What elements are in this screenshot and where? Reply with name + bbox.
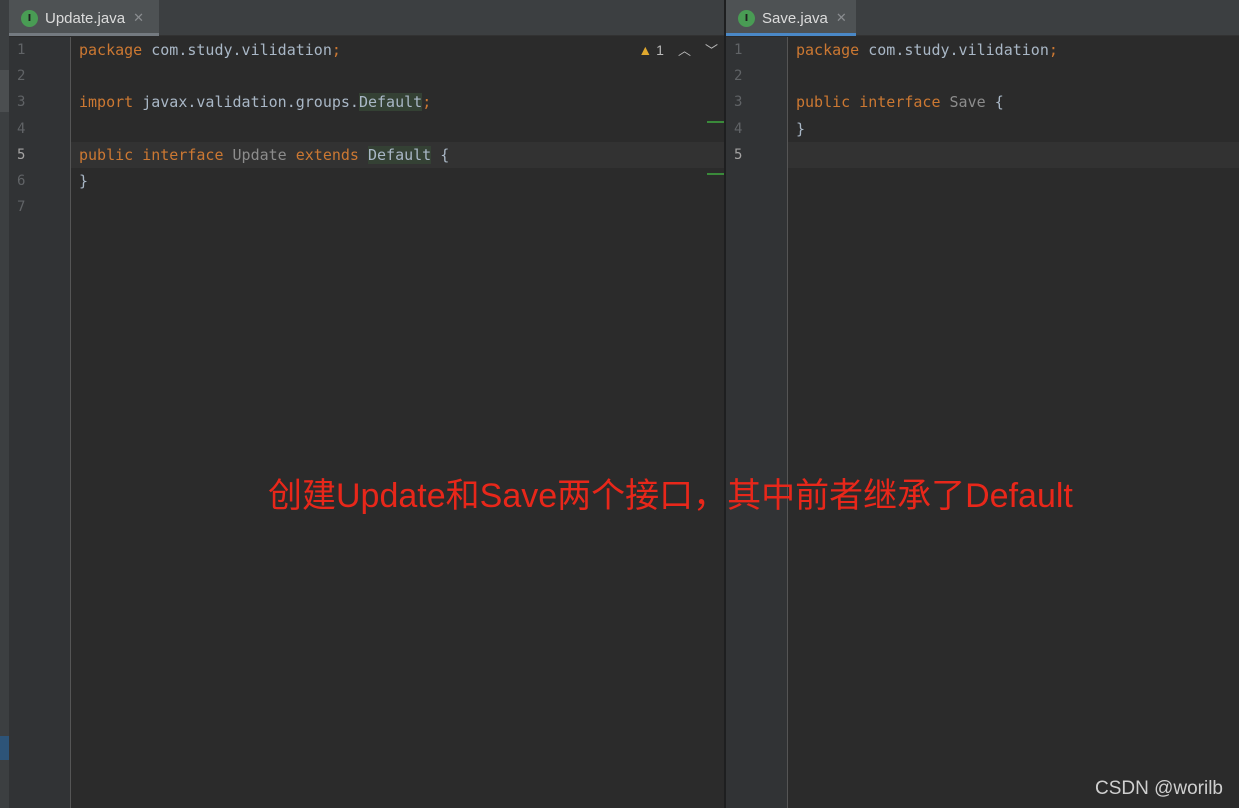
- line-number: 5: [17, 146, 26, 163]
- keyword: package: [79, 41, 143, 59]
- editor-tab-bar: I Update.java ✕: [9, 0, 724, 36]
- semicolon: ;: [1048, 41, 1058, 59]
- line-number: 4: [734, 120, 743, 137]
- code-editor[interactable]: package com.study.vilidation; public int…: [788, 37, 1239, 808]
- keyword: interface: [859, 93, 941, 112]
- strip-marker-active: [0, 736, 9, 760]
- keyword: interface: [142, 145, 224, 164]
- code-line-6: }: [71, 168, 724, 194]
- tab-underline: [9, 33, 159, 36]
- code-line-5: [788, 141, 1239, 168]
- warning-icon: ▲: [638, 41, 653, 58]
- tool-window-strip: [0, 0, 9, 808]
- close-tab-icon[interactable]: ✕: [133, 11, 144, 26]
- line-number: 1: [17, 42, 26, 58]
- tab-label: Save.java: [762, 9, 828, 27]
- keyword: package: [796, 41, 860, 59]
- change-marker[interactable]: [707, 173, 724, 175]
- package-name: com.study.vilidation: [859, 41, 1049, 59]
- code-line-4: }: [788, 116, 1239, 142]
- inspection-widget[interactable]: ▲ 1 ︿ ﹀: [638, 40, 718, 59]
- annotation-caption: 创建Update和Save两个接口，其中前者继承了Default: [268, 477, 1073, 515]
- brace: {: [440, 145, 450, 164]
- brace: {: [994, 93, 1004, 112]
- close-tab-icon[interactable]: ✕: [836, 11, 847, 26]
- code-line-3: public interface Save {: [788, 89, 1239, 115]
- line-number: 2: [734, 68, 743, 85]
- highlighted-identifier: Default: [358, 93, 423, 112]
- line-number: 3: [734, 94, 743, 111]
- chevron-up-icon[interactable]: ︿: [678, 40, 691, 59]
- interface-file-icon: I: [21, 9, 38, 27]
- semicolon: ;: [422, 93, 432, 112]
- semicolon: ;: [331, 41, 341, 59]
- keyword: public: [796, 93, 851, 112]
- chevron-down-icon[interactable]: ﹀: [705, 40, 718, 59]
- line-number: 2: [17, 68, 26, 85]
- line-number: 1: [734, 42, 743, 58]
- tab-update-java[interactable]: I Update.java ✕: [9, 0, 159, 36]
- brace: }: [79, 171, 89, 190]
- code-line-1: package com.study.vilidation;: [788, 37, 1239, 63]
- brace: }: [796, 119, 806, 138]
- line-number-gutter[interactable]: 1 2 3 4 5: [726, 37, 788, 808]
- watermark: CSDN @worilb: [1094, 778, 1223, 799]
- interface-name: Update: [232, 145, 287, 164]
- tab-underline-active: [726, 33, 856, 36]
- line-number: 4: [17, 120, 26, 137]
- line-number-gutter[interactable]: 1 2 3 4 5 6 7: [9, 37, 71, 808]
- line-numbers: 1 2 3 4 5 6 7: [17, 37, 25, 220]
- code-line-1: package com.study.vilidation;: [71, 37, 724, 63]
- line-number: 5: [734, 146, 743, 163]
- code-line-5: public interface Update extends Default …: [71, 141, 724, 168]
- keyword: extends: [295, 145, 359, 164]
- editor-pane-save: I Save.java ✕ 1 2 3 4 5 package com.study.vi…: [726, 0, 1239, 808]
- code-line-3: import javax.validation.groups.Default;: [71, 89, 724, 115]
- keyword: import: [79, 93, 134, 112]
- line-numbers: 1 2 3 4 5: [734, 37, 742, 168]
- import-path: javax.validation.groups.: [133, 93, 359, 112]
- change-marker[interactable]: [707, 121, 724, 123]
- tab-label: Update.java: [45, 9, 126, 27]
- interface-name: Save: [949, 93, 986, 112]
- line-number: 6: [17, 172, 26, 189]
- strip-marker: [0, 70, 9, 112]
- warning-count: 1: [656, 41, 664, 58]
- editor-pane-update: I Update.java ✕ 1 2 3 4 5 6 7 package com.stud…: [9, 0, 724, 808]
- code-editor[interactable]: package com.study.vilidation; import jav…: [71, 37, 724, 808]
- highlighted-identifier: Default: [368, 145, 432, 164]
- keyword: public: [79, 145, 134, 164]
- line-number: 3: [17, 94, 26, 111]
- line-number: 7: [17, 199, 26, 216]
- interface-file-icon: I: [738, 9, 755, 27]
- package-name: com.study.vilidation: [142, 41, 332, 59]
- tab-save-java[interactable]: I Save.java ✕: [726, 0, 856, 36]
- editor-tab-bar: I Save.java ✕: [726, 0, 1239, 36]
